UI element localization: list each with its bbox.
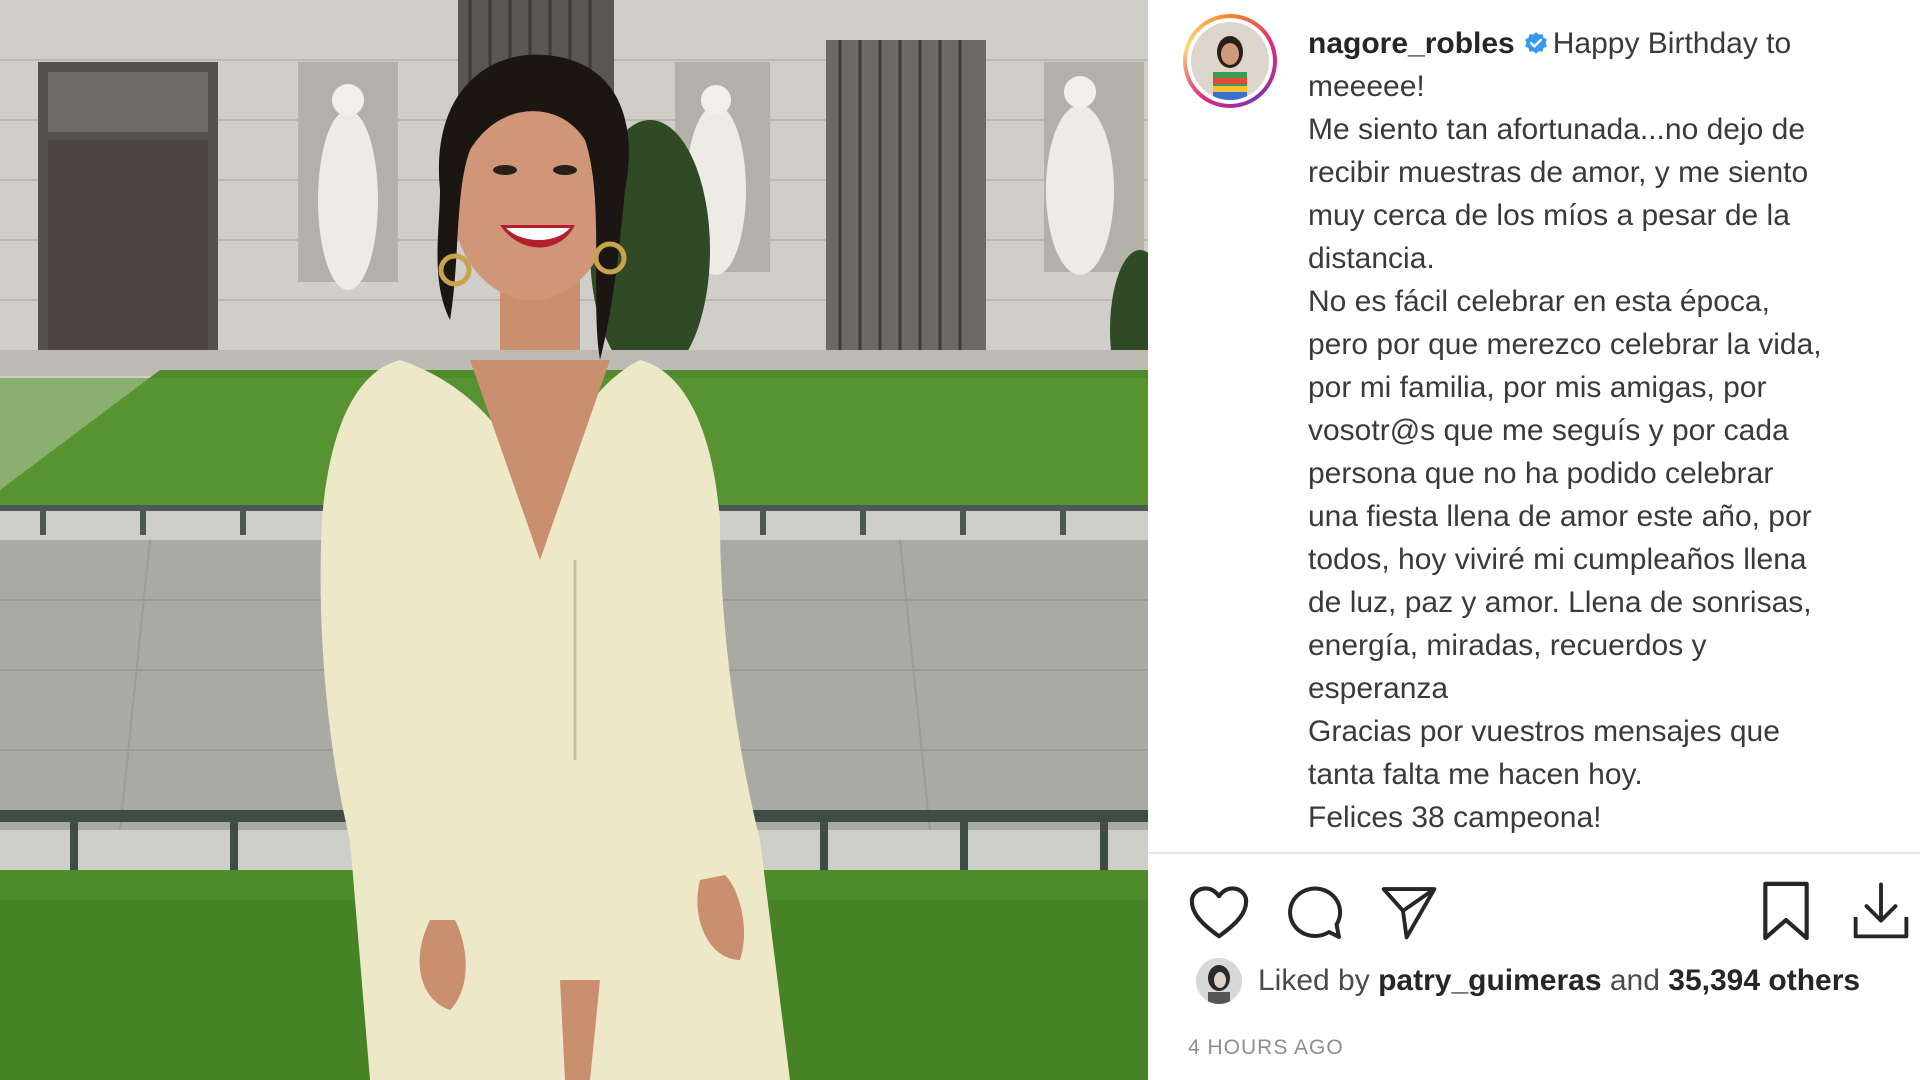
- caption-line: esperanza: [1308, 672, 1449, 705]
- post-caption: nagore_robles Happy Birthday to meeeee! …: [1308, 22, 1898, 842]
- caption-line: todos, hoy viviré mi cumpleaños llena: [1308, 543, 1807, 576]
- likes-prefix: Liked by: [1258, 964, 1370, 997]
- bookmark-icon[interactable]: [1760, 880, 1812, 942]
- caption-line: persona que no ha podido celebrar: [1308, 457, 1774, 490]
- caption-line: Happy Birthday to: [1552, 27, 1792, 60]
- post-panel: nagore_robles Happy Birthday to meeeee! …: [1148, 0, 1920, 1080]
- caption-line: energía, miradas, recuerdos y: [1308, 629, 1707, 662]
- caption-line: Felices 38 campeona!: [1308, 801, 1602, 834]
- verified-badge-icon: [1524, 32, 1547, 54]
- profile-avatar[interactable]: [1183, 14, 1277, 108]
- caption-line: recibir muestras de amor, y me siento: [1308, 156, 1809, 189]
- caption-line: meeeee!: [1308, 70, 1425, 103]
- caption-line: pero por que merezco celebrar la vida,: [1308, 328, 1822, 361]
- caption-line: por mi familia, por mis amigas, por: [1308, 371, 1767, 404]
- likes-middle: and: [1609, 964, 1660, 997]
- caption-line: distancia.: [1308, 242, 1435, 275]
- caption-line: de luz, paz y amor. Llena de sonrisas,: [1308, 586, 1812, 619]
- likes-summary: Liked by patry_guimeras and 35,394 other…: [1258, 964, 1860, 998]
- caption-line: No es fácil celebrar en esta época,: [1308, 285, 1770, 318]
- download-icon[interactable]: [1852, 880, 1910, 942]
- avatar-image: [1191, 22, 1269, 100]
- comment-icon[interactable]: [1284, 882, 1344, 942]
- caption-line: Gracias por vuestros mensajes que: [1308, 715, 1780, 748]
- likes-count-link[interactable]: 35,394 others: [1668, 964, 1860, 997]
- heart-icon[interactable]: [1188, 884, 1250, 942]
- post-photo[interactable]: [0, 0, 1148, 1080]
- caption-line: vosotr@s que me seguís y por cada: [1308, 414, 1789, 447]
- caption-line: tanta falta me hacen hoy.: [1308, 758, 1643, 791]
- caption-first-line: nagore_robles Happy Birthday to: [1308, 22, 1898, 65]
- divider: [1148, 852, 1920, 854]
- photo-scene: [0, 0, 1148, 1080]
- caption-line: una fiesta llena de amor este año, por: [1308, 500, 1812, 533]
- liker-username-link[interactable]: patry_guimeras: [1378, 964, 1601, 997]
- caption-line: Me siento tan afortunada...no dejo de: [1308, 113, 1806, 146]
- post-timestamp[interactable]: 4 HOURS AGO: [1188, 1036, 1344, 1060]
- liker-avatar[interactable]: [1196, 958, 1242, 1004]
- paper-plane-icon[interactable]: [1380, 884, 1438, 940]
- caption-line: muy cerca de los míos a pesar de la: [1308, 199, 1790, 232]
- username-link[interactable]: nagore_robles: [1308, 27, 1515, 60]
